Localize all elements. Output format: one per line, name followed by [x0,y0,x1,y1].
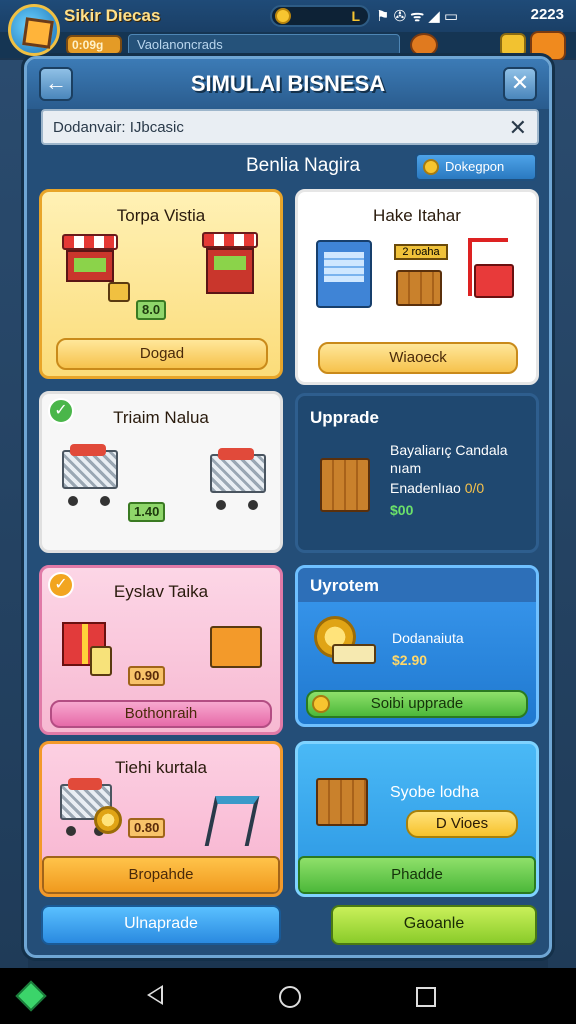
settings-gear-icon[interactable] [410,33,438,57]
crate-stand-icon [320,458,370,512]
vending-machine-icon [316,240,372,308]
hud-search-field[interactable]: Vaolanoncrads [128,34,400,56]
bread-crate-icon [316,778,368,826]
basket-icon [210,626,262,668]
cash-stack-icon [332,644,376,664]
card-button[interactable]: Wiaoeck [318,342,518,374]
info-pill[interactable]: D Vioes [406,810,518,838]
card-title: Triaim Nalua [113,408,209,427]
price-tag: 8.0 [136,300,167,320]
coin-counter[interactable]: L [270,5,370,27]
crate-icon [396,270,442,306]
clear-search-icon[interactable]: ✕ [509,115,527,141]
coin-icon [94,806,122,834]
nav-home-icon[interactable] [279,986,301,1008]
dropdown-label: Dokegpon [445,159,505,174]
coin-icon [312,695,330,713]
upgrade-all-button[interactable]: Ulnaprade [41,905,281,945]
card-button[interactable]: Phadde [298,856,536,894]
price-sign: 2 roaha [394,244,448,260]
card-button[interactable]: Soibi upprade [306,690,528,718]
nav-back-icon[interactable] [147,985,163,1005]
card-title: Hake Itahar [373,206,461,225]
business-card-5[interactable]: Uyrotem Dodanaiuta $2.90 Soibi upprade [295,565,539,727]
coin-value: L [351,8,360,24]
shopping-cart-icon [62,443,118,506]
price-tag: 0.90 [128,666,166,686]
cup-icon [90,646,112,676]
hand-truck-icon [468,238,514,298]
close-button[interactable]: ✕ [503,67,537,101]
confirm-button[interactable]: Gaoanle [331,905,537,945]
card-title: Uyrotem [310,576,379,595]
search-value: Dodanvair: IJbcasic [53,119,184,136]
business-grid: Torpa Vistia 8.0 Dogad Hake Itahar 2 roa… [39,189,539,897]
price-tag: 0.80 [128,818,166,838]
card-title: Tiehi kurtala [115,758,207,777]
basket-icon [108,282,130,302]
modal-header: ← SIMULAI BISNESΑ ✕ [27,59,549,109]
card-button-label: Soibi upprade [370,695,464,712]
card-title: Eyslav Taika [113,582,209,601]
business-card-0[interactable]: Torpa Vistia 8.0 Dogad [39,189,283,379]
upgrade-stat-label: Enadenlıao [390,480,461,496]
nav-recents-icon[interactable] [416,987,436,1007]
card-title: Upprade [310,408,379,427]
display-stand-icon [204,796,260,846]
price-tag: 1.40 [128,502,166,522]
card-title: Syobe lodha [390,784,479,801]
market-stall-icon [62,234,118,282]
business-card-1[interactable]: Hake Itahar 2 roaha Wiaoeck [295,189,539,385]
coin-icon [423,159,439,175]
background-right [548,60,576,970]
upgrade-desc-3: Enadenlıao 0/0 [390,480,484,496]
business-card-4[interactable]: ✓ Eyslav Taika 0.90 Bothonraih [39,565,283,735]
card-button[interactable]: Bothonraih [50,700,272,728]
market-stall-icon [202,232,258,294]
upgrade-stat-value: 0/0 [464,480,485,496]
coin-icon [275,8,291,24]
upgrade-price: $00 [390,502,414,518]
business-card-3[interactable]: Upprade Bayaliarıç Candala nıam Enadenlı… [295,393,539,553]
shop-icon[interactable] [500,33,526,57]
card-button[interactable]: Bropahde [42,856,280,894]
gold-counter[interactable]: 0:09g [66,35,122,55]
upgrade-desc: Dodanaiuta [392,630,464,646]
system-status-icons: ⚑ ✇ ᯤ ◢ ▭ [376,8,459,25]
upgrade-price: $2.90 [392,652,428,668]
business-card-2[interactable]: ✓ Triaim Nalua 1.40 [39,391,283,553]
shopping-cart-icon [210,447,266,510]
upgrade-desc-2: nıam [390,460,422,476]
player-avatar[interactable] [8,4,60,56]
search-field[interactable]: Dodanvair: IJbcasic ✕ [41,109,539,145]
business-card-7[interactable]: Syobe lodha D Vioes Phadde [295,741,539,897]
clock: 2223 [530,6,564,23]
modal-title: SIMULAI BISNESΑ [190,71,386,96]
business-modal: ← SIMULAI BISNESΑ ✕ Dodanvair: IJbcasic … [24,56,552,958]
upgrade-desc-1: Bayaliarıç Candala [390,442,508,458]
section-heading-text: Benlia Nagira [245,155,361,176]
game-title: Sikir Diecas [64,6,161,25]
business-card-6[interactable]: Tiehi kurtala 0.80 Bropahde [39,741,283,897]
category-dropdown[interactable]: Dokegpon [415,153,537,181]
card-button[interactable]: Dogad [56,338,268,370]
card-title: Torpa Vistia [116,206,206,225]
